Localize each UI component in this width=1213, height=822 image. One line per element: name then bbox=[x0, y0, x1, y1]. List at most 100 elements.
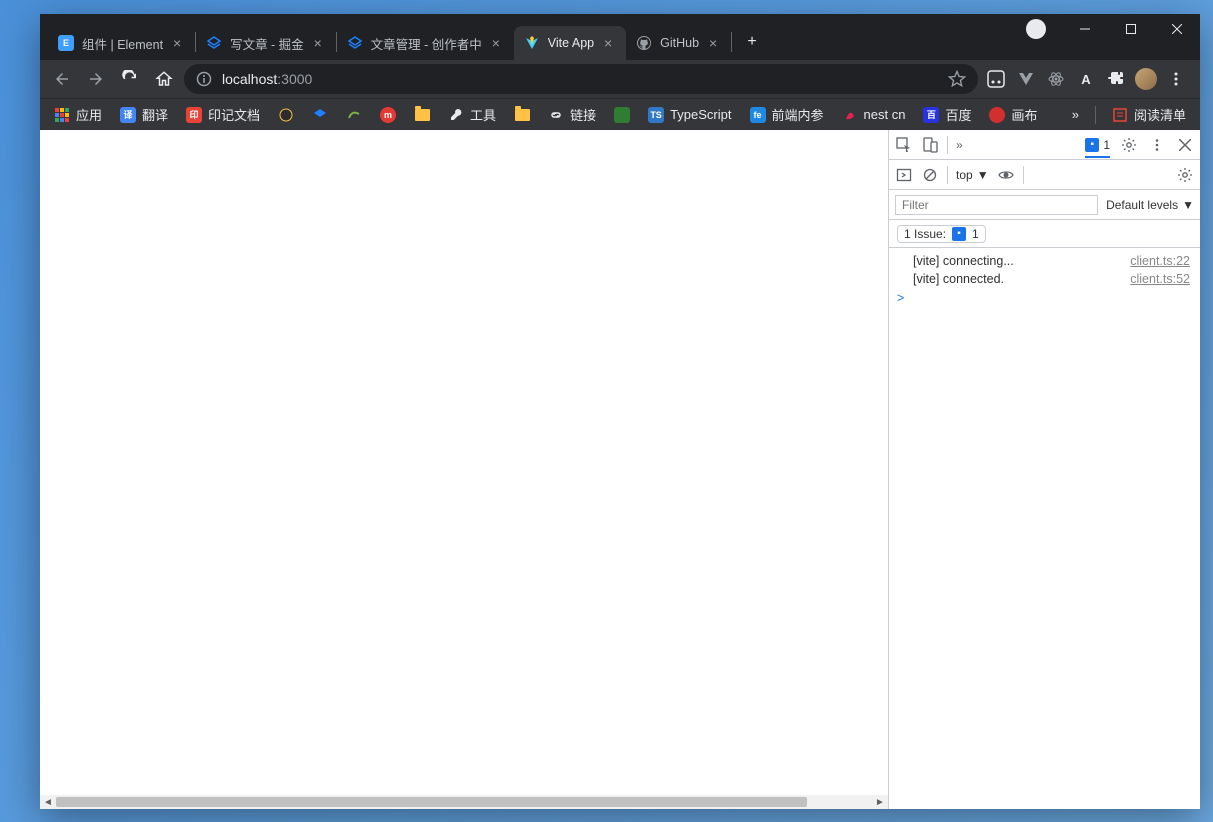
bookmark-typescript[interactable]: TSTypeScript bbox=[642, 102, 737, 128]
extensions-row: A bbox=[984, 67, 1192, 91]
maximize-button[interactable] bbox=[1108, 14, 1154, 44]
devtools-tabbar: » ▪1 bbox=[889, 130, 1200, 160]
tab-juejin-manage[interactable]: 文章管理 - 创作者中 × bbox=[337, 26, 514, 60]
extensions-puzzle-icon[interactable] bbox=[1104, 67, 1128, 91]
bookmark-nest[interactable]: nest cn bbox=[836, 102, 912, 128]
chrome-menu-icon[interactable] bbox=[1164, 67, 1188, 91]
vue-devtools-icon[interactable] bbox=[1014, 67, 1038, 91]
devtools-tab-overflow[interactable]: » bbox=[956, 138, 964, 152]
bookmark-label: 阅读清单 bbox=[1134, 105, 1186, 124]
site-info-icon[interactable] bbox=[196, 71, 212, 87]
scroll-left-icon[interactable]: ◄ bbox=[40, 795, 56, 809]
apps-button[interactable]: 应用 bbox=[48, 102, 108, 128]
tab-juejin-write[interactable]: 写文章 - 掘金 × bbox=[196, 26, 336, 60]
issues-tab[interactable]: ▪1 bbox=[1085, 138, 1110, 158]
console-settings-icon[interactable] bbox=[1176, 166, 1194, 184]
settings-gear-icon[interactable] bbox=[1120, 136, 1138, 154]
home-button[interactable] bbox=[150, 65, 178, 93]
url-text: localhost:3000 bbox=[222, 71, 312, 87]
devtools-menu-icon[interactable] bbox=[1148, 136, 1166, 154]
typescript-icon: TS bbox=[648, 107, 664, 123]
bookmark-folder-1[interactable] bbox=[408, 102, 436, 128]
console-sidebar-toggle-icon[interactable] bbox=[895, 166, 913, 184]
bookmark-icon-2[interactable] bbox=[306, 102, 334, 128]
close-icon[interactable]: × bbox=[600, 35, 616, 51]
forward-button[interactable] bbox=[82, 65, 110, 93]
message-icon: ▪ bbox=[952, 227, 966, 241]
extension-a-icon[interactable]: A bbox=[1074, 67, 1098, 91]
close-icon[interactable]: × bbox=[488, 35, 504, 51]
issues-badge-count: 1 bbox=[972, 227, 979, 241]
console-line: [vite] connecting... client.ts:22 bbox=[889, 252, 1200, 270]
account-icon[interactable] bbox=[1026, 19, 1046, 39]
bookmark-favicon bbox=[312, 107, 328, 123]
bookmark-tools[interactable]: 工具 bbox=[442, 102, 502, 128]
bookmark-icon-4[interactable]: m bbox=[374, 102, 402, 128]
console-filter-input[interactable] bbox=[895, 195, 1098, 215]
bookmark-frontend[interactable]: fe 前端内参 bbox=[744, 102, 830, 128]
link-icon bbox=[548, 107, 564, 123]
bookmark-label: nest cn bbox=[864, 107, 906, 122]
tab-element[interactable]: E 组件 | Element × bbox=[48, 26, 195, 60]
context-selector[interactable]: top▼ bbox=[956, 168, 989, 182]
live-expression-icon[interactable] bbox=[997, 166, 1015, 184]
bookmark-folder-2[interactable] bbox=[508, 102, 536, 128]
tab-label: GitHub bbox=[660, 36, 699, 50]
bookmark-icon-3[interactable] bbox=[340, 102, 368, 128]
tab-github[interactable]: GitHub × bbox=[626, 26, 731, 60]
bookmark-label: 前端内参 bbox=[772, 105, 824, 124]
devtools-close-icon[interactable] bbox=[1176, 136, 1194, 154]
bookmark-label: 翻译 bbox=[142, 105, 168, 124]
issues-link[interactable]: 1 Issue: ▪ 1 bbox=[897, 225, 986, 243]
devtools-panel: » ▪1 top▼ Default lev bbox=[888, 130, 1200, 809]
close-window-button[interactable] bbox=[1154, 14, 1200, 44]
bookmark-translate[interactable]: 译翻译 bbox=[114, 102, 174, 128]
clear-console-icon[interactable] bbox=[921, 166, 939, 184]
new-tab-button[interactable]: + bbox=[738, 28, 766, 56]
bookmark-label: 链接 bbox=[570, 105, 596, 124]
inspect-element-icon[interactable] bbox=[895, 136, 913, 154]
bookmark-favicon bbox=[614, 107, 630, 123]
close-icon[interactable]: × bbox=[310, 35, 326, 51]
browser-window: E 组件 | Element × 写文章 - 掘金 × 文章管理 - 创作者中 … bbox=[40, 14, 1200, 809]
message-icon: ▪ bbox=[1085, 138, 1099, 152]
back-button[interactable] bbox=[48, 65, 76, 93]
bookmarks-overflow[interactable]: » bbox=[1066, 102, 1085, 128]
horizontal-scrollbar[interactable]: ◄ ► bbox=[40, 795, 888, 809]
bookmark-baidu[interactable]: 百百度 bbox=[917, 102, 977, 128]
close-icon[interactable]: × bbox=[705, 35, 721, 51]
page-body[interactable] bbox=[40, 130, 888, 795]
book-icon: fe bbox=[750, 107, 766, 123]
console-source-link[interactable]: client.ts:52 bbox=[1130, 272, 1190, 286]
bookmark-canvas[interactable]: 画布 bbox=[983, 102, 1043, 128]
profile-avatar[interactable] bbox=[1134, 67, 1158, 91]
element-icon: E bbox=[58, 35, 74, 51]
reading-list-button[interactable]: 阅读清单 bbox=[1106, 102, 1192, 128]
extension-icon[interactable] bbox=[984, 67, 1008, 91]
scroll-right-icon[interactable]: ► bbox=[872, 795, 888, 809]
tab-label: 文章管理 - 创作者中 bbox=[371, 34, 482, 53]
address-bar[interactable]: localhost:3000 bbox=[184, 64, 978, 94]
minimize-button[interactable] bbox=[1062, 14, 1108, 44]
log-level-selector[interactable]: Default levels▼ bbox=[1106, 198, 1194, 212]
bookmark-star-icon[interactable] bbox=[948, 70, 966, 88]
bookmark-favicon: m bbox=[380, 107, 396, 123]
wrench-icon bbox=[448, 107, 464, 123]
bookmark-icon-5[interactable] bbox=[608, 102, 636, 128]
bookmark-yinji[interactable]: 印印记文档 bbox=[180, 102, 266, 128]
scrollbar-thumb[interactable] bbox=[56, 797, 807, 807]
bookmark-icon-1[interactable] bbox=[272, 102, 300, 128]
bookmark-label: 印记文档 bbox=[208, 105, 260, 124]
close-icon[interactable]: × bbox=[169, 35, 185, 51]
reload-button[interactable] bbox=[116, 65, 144, 93]
console-source-link[interactable]: client.ts:22 bbox=[1130, 254, 1190, 268]
react-devtools-icon[interactable] bbox=[1044, 67, 1068, 91]
baidu-icon: 百 bbox=[923, 107, 939, 123]
apps-icon bbox=[54, 107, 70, 123]
canvas-icon bbox=[989, 107, 1005, 123]
device-toggle-icon[interactable] bbox=[921, 136, 939, 154]
bookmark-links[interactable]: 链接 bbox=[542, 102, 602, 128]
window-controls bbox=[1010, 14, 1200, 44]
tab-vite-app[interactable]: Vite App × bbox=[514, 26, 626, 60]
console-prompt[interactable]: > bbox=[889, 288, 1200, 307]
